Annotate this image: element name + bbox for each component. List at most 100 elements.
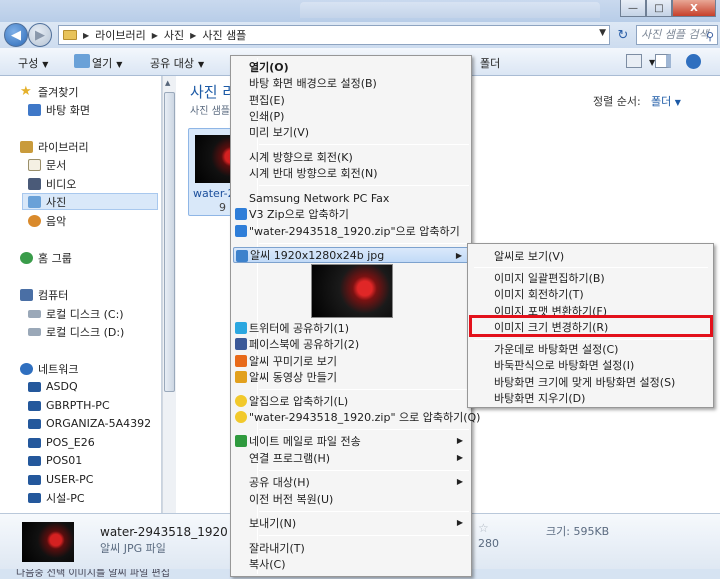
nav-documents[interactable]: 문서 bbox=[28, 156, 66, 173]
menu-preview[interactable]: 미리 보기(V) bbox=[233, 124, 469, 140]
menu-open[interactable]: 열기(O) bbox=[233, 59, 469, 75]
submenu-batch-edit[interactable]: 이미지 일괄편집하기(B) bbox=[470, 270, 711, 286]
submenu-bg-fit[interactable]: 바탕화면 크기에 맞게 바탕화면 설정(S) bbox=[470, 374, 711, 390]
nav-host[interactable]: ASDQ bbox=[28, 378, 78, 395]
nav-desktop[interactable]: 바탕 화면 bbox=[28, 101, 90, 118]
chevron-down-icon: ▼ bbox=[116, 60, 123, 69]
new-folder-button[interactable]: 폴더 bbox=[480, 55, 500, 71]
menu-restore[interactable]: 이전 버전 복원(U) bbox=[233, 491, 469, 507]
nav-video[interactable]: 비디오 bbox=[28, 175, 76, 192]
submenu-rotate[interactable]: 이미지 회전하기(T) bbox=[470, 286, 711, 302]
scroll-thumb[interactable] bbox=[164, 92, 175, 392]
menu-v3zip-named[interactable]: "water-2943518_1920.zip"으로 압축하기 bbox=[233, 223, 469, 239]
menu-facebook[interactable]: 페이스북에 공유하기(2) bbox=[233, 336, 469, 352]
menu-send-to[interactable]: 보내기(N) ▶ bbox=[233, 515, 469, 531]
menu-edit[interactable]: 편집(E) bbox=[233, 92, 469, 108]
nav-libraries[interactable]: 라이브러리 bbox=[20, 138, 89, 155]
menu-set-background[interactable]: 바탕 화면 배경으로 설정(B) bbox=[233, 75, 469, 91]
nav-host[interactable]: 시설-PC bbox=[28, 489, 85, 506]
submenu-view[interactable]: 알씨로 보기(V) bbox=[470, 248, 711, 264]
nav-disk-c[interactable]: 로컬 디스크 (C:) bbox=[28, 305, 124, 322]
scroll-up-icon[interactable]: ▲ bbox=[165, 79, 170, 87]
menu-print[interactable]: 인쇄(P) bbox=[233, 108, 469, 124]
rating-star-icon[interactable]: ☆ bbox=[478, 521, 489, 535]
preview-pane-icon[interactable] bbox=[655, 54, 671, 68]
nav-scrollbar[interactable]: ▲ bbox=[162, 76, 176, 513]
menu-label: 바탕 화면 배경으로 설정(B) bbox=[249, 77, 377, 90]
submenu-arrow-icon: ▶ bbox=[456, 436, 463, 445]
view-options-dropdown[interactable]: ▼ bbox=[645, 55, 655, 68]
submenu-bg-center[interactable]: 가운데로 바탕화면 설정(C) bbox=[470, 341, 711, 357]
nav-label: 시설-PC bbox=[46, 491, 85, 505]
nav-network[interactable]: 네트워크 bbox=[20, 360, 78, 377]
breadcrumb-sample-pictures[interactable]: 사진 샘플 bbox=[202, 27, 246, 43]
menu-open-with[interactable]: 연결 프로그램(H) ▶ bbox=[233, 450, 469, 466]
disk-icon bbox=[28, 309, 41, 318]
details-file-type: 알씨 JPG 파일 bbox=[100, 542, 166, 555]
submenu-separator bbox=[474, 267, 708, 268]
menu-rotate-ccw[interactable]: 시계 반대 방향으로 회전(N) bbox=[233, 165, 469, 181]
menu-alzip-named[interactable]: "water-2943518_1920.zip" 으로 압축하기(Q) bbox=[233, 409, 480, 425]
breadcrumb-pictures[interactable]: 사진 bbox=[164, 27, 184, 43]
submenu-bg-tile[interactable]: 바둑판식으로 바탕화면 설정(I) bbox=[470, 357, 711, 373]
refresh-icon[interactable]: ↻ bbox=[612, 25, 634, 45]
nav-host[interactable]: ORGANIZA-5A4392 bbox=[28, 415, 151, 432]
menu-nate-mail[interactable]: 네이트 메일로 파일 전송 ▶ bbox=[233, 433, 469, 449]
menu-label: V3 Zip으로 압축하기 bbox=[249, 208, 349, 221]
nav-label: 즐겨찾기 bbox=[38, 85, 79, 99]
view-options-icon[interactable] bbox=[626, 54, 642, 68]
menu-alsee-deco[interactable]: 알씨 꾸미기로 보기 bbox=[233, 353, 469, 369]
nav-host[interactable]: POS01 bbox=[28, 452, 82, 469]
nav-homegroup[interactable]: 홈 그룹 bbox=[20, 249, 72, 266]
help-icon[interactable] bbox=[686, 54, 701, 69]
organize-button[interactable]: 구성 ▼ bbox=[18, 55, 48, 71]
nav-label: USER-PC bbox=[46, 473, 94, 486]
nav-host[interactable]: USER-PC bbox=[28, 471, 93, 488]
address-toolbar: ◀ ▶ ▶ 라이브러리 ▶ 사진 ▶ 사진 샘플 ▼ ↻ 사진 샘플 검색 ⚲ bbox=[0, 22, 720, 48]
menu-share[interactable]: 공유 대상(H) ▶ bbox=[233, 474, 469, 490]
search-input[interactable]: 사진 샘플 검색 ⚲ bbox=[636, 25, 718, 45]
alsee-deco-icon bbox=[235, 355, 247, 367]
minimize-button[interactable]: — bbox=[620, 0, 646, 17]
submenu-bg-clear[interactable]: 바탕화면 지우기(D) bbox=[470, 390, 711, 406]
nav-music[interactable]: 음악 bbox=[28, 212, 66, 229]
menu-twitter[interactable]: 트위터에 공유하기(1) bbox=[233, 320, 469, 336]
menu-label: 네이트 메일로 파일 전송 bbox=[249, 435, 361, 448]
nav-disk-d[interactable]: 로컬 디스크 (D:) bbox=[28, 323, 124, 340]
chevron-down-icon[interactable]: ▼ bbox=[599, 28, 606, 38]
menu-alzip[interactable]: 알집으로 압축하기(L) bbox=[233, 393, 469, 409]
menu-samsung-fax[interactable]: Samsung Network PC Fax bbox=[233, 190, 469, 206]
share-button[interactable]: 공유 대상 ▼ bbox=[150, 55, 204, 71]
menu-alsee-info[interactable]: 알씨 1920x1280x24b jpg ▶ bbox=[233, 247, 469, 263]
menu-separator bbox=[259, 470, 469, 471]
menu-rotate-cw[interactable]: 시계 방향으로 회전(K) bbox=[233, 149, 469, 165]
nav-label: POS01 bbox=[46, 454, 83, 467]
nav-host[interactable]: GBRPTH-PC bbox=[28, 397, 110, 414]
nav-pictures[interactable]: 사진 bbox=[22, 193, 158, 210]
sort-value: 폴더 bbox=[651, 95, 672, 108]
back-button[interactable]: ◀ bbox=[4, 23, 28, 47]
menu-label: 이전 버전 복원(U) bbox=[249, 493, 334, 506]
nav-host[interactable]: POS_E26 bbox=[28, 434, 95, 451]
address-bar[interactable]: ▶ 라이브러리 ▶ 사진 ▶ 사진 샘플 ▼ bbox=[58, 25, 610, 45]
submenu-convert[interactable]: 이미지 포맷 변환하기(F) bbox=[470, 303, 711, 319]
nav-computer[interactable]: 컴퓨터 bbox=[20, 286, 68, 303]
submenu-resize[interactable]: 이미지 크기 변경하기(R) bbox=[470, 319, 711, 335]
submenu-arrow-icon: ▶ bbox=[456, 477, 463, 486]
maximize-button[interactable]: □ bbox=[646, 0, 672, 17]
close-button[interactable]: X bbox=[672, 0, 716, 17]
menu-copy[interactable]: 복사(C) bbox=[233, 556, 469, 572]
chevron-down-icon: ▼ bbox=[674, 98, 681, 107]
submenu-label: 알씨로 보기(V) bbox=[494, 250, 565, 263]
sort-dropdown[interactable]: 폴더 ▼ bbox=[651, 93, 681, 109]
network-icon bbox=[20, 362, 33, 375]
menu-v3zip[interactable]: V3 Zip으로 압축하기 bbox=[233, 206, 469, 222]
open-button[interactable]: 열기 ▼ bbox=[92, 55, 122, 71]
forward-button[interactable]: ▶ bbox=[28, 23, 52, 47]
breadcrumb-libraries[interactable]: 라이브러리 bbox=[95, 27, 146, 43]
nav-favorites[interactable]: ★ 즐겨찾기 bbox=[20, 83, 78, 100]
menu-alsee-movie[interactable]: 알씨 동영상 만들기 bbox=[233, 369, 469, 385]
alsee-submenu: 알씨로 보기(V) 이미지 일괄편집하기(B) 이미지 회전하기(T) 이미지 … bbox=[467, 243, 714, 408]
menu-cut[interactable]: 잘라내기(T) bbox=[233, 540, 469, 556]
nav-label: 음악 bbox=[46, 214, 67, 228]
